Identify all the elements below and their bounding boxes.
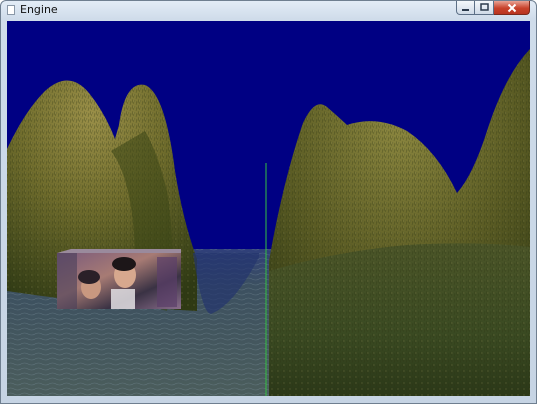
minimize-icon (462, 9, 469, 11)
app-icon[interactable] (7, 5, 15, 15)
app-window: Engine (0, 0, 537, 404)
close-icon (507, 3, 516, 12)
close-button[interactable] (494, 1, 530, 15)
maximize-button[interactable] (475, 1, 494, 15)
scene-canvas[interactable] (7, 21, 530, 396)
title-bar[interactable]: Engine (1, 1, 536, 19)
minimize-button[interactable] (456, 1, 475, 15)
render-viewport[interactable] (7, 21, 530, 396)
window-title: Engine (20, 3, 58, 16)
maximize-icon (479, 3, 489, 11)
video-cube[interactable] (57, 249, 181, 309)
window-controls (456, 1, 530, 15)
